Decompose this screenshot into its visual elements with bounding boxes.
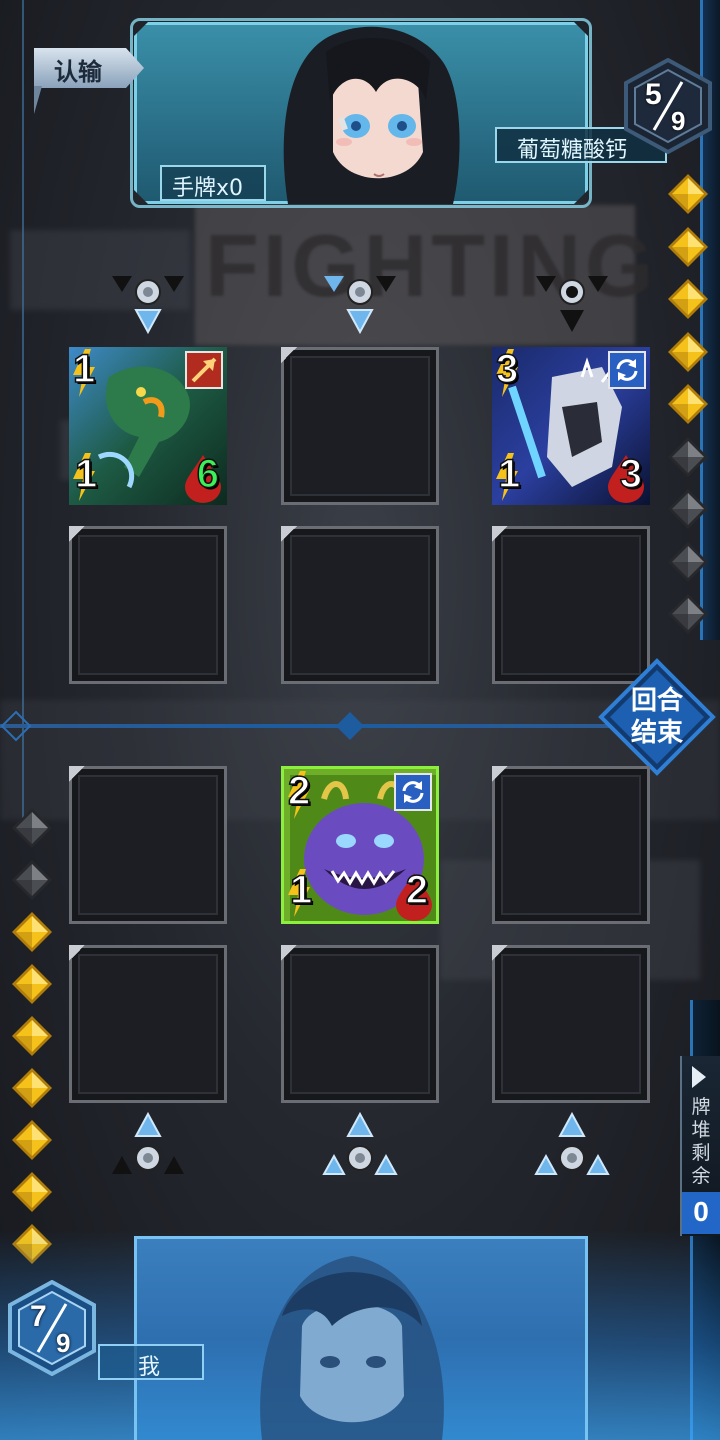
opponent-empty-crystal-icon bbox=[666, 435, 710, 479]
player-empty-slot[interactable] bbox=[69, 945, 227, 1103]
game-board: FIGHTING 认输 手牌x0 葡萄糖酸钙 5 9 1 1 6 3 1 3 回… bbox=[0, 0, 720, 1440]
opponent-full-crystal-icon bbox=[666, 330, 710, 374]
card-badge-arrow-icon bbox=[185, 351, 223, 389]
opponent-empty-slot[interactable] bbox=[281, 526, 439, 684]
player-full-crystal-icon bbox=[10, 910, 54, 954]
lane-marker-icon bbox=[536, 276, 608, 332]
player-empty-slot[interactable] bbox=[281, 945, 439, 1103]
opponent-card-1[interactable]: 1 1 6 bbox=[69, 347, 227, 505]
opponent-avatar[interactable] bbox=[258, 22, 478, 204]
player-mana-max: 9 bbox=[56, 1328, 71, 1358]
lane-marker-icon bbox=[112, 276, 184, 335]
deck-remaining-label: 牌堆剩余 bbox=[691, 1096, 711, 1187]
opponent-full-crystal-icon bbox=[666, 382, 710, 426]
player-empty-slot[interactable] bbox=[492, 766, 650, 924]
card-attack: 1 bbox=[74, 451, 98, 497]
lane-marker-icon bbox=[322, 1111, 398, 1175]
player-empty-crystal-icon bbox=[10, 806, 54, 850]
player-avatar[interactable] bbox=[222, 1236, 482, 1440]
lane-marker-icon bbox=[112, 1111, 184, 1174]
card-health: 2 bbox=[405, 867, 429, 913]
card-cost: 1 bbox=[72, 347, 96, 392]
opponent-full-crystal-icon bbox=[666, 225, 710, 269]
player-mana-hex bbox=[8, 1280, 96, 1376]
opponent-mana-current: 5 bbox=[645, 78, 662, 111]
opponent-mana-hex bbox=[624, 58, 712, 154]
divider-diamond-icon bbox=[336, 712, 364, 740]
card-health: 6 bbox=[196, 451, 220, 497]
player-full-crystal-icon bbox=[10, 1014, 54, 1058]
player-name: 我 bbox=[98, 1344, 204, 1380]
end-turn-label-line2: 结束 bbox=[630, 718, 683, 748]
surrender-button[interactable]: 认输 bbox=[34, 48, 144, 88]
deck-remaining-count: 0 bbox=[682, 1192, 720, 1234]
end-turn-label-line1: 回合 bbox=[630, 686, 683, 716]
card-attack: 1 bbox=[289, 867, 313, 913]
opponent-empty-crystal-icon bbox=[666, 592, 710, 636]
player-card-1[interactable]: 2 1 2 bbox=[281, 766, 439, 924]
card-health: 3 bbox=[619, 451, 643, 497]
opponent-empty-crystal-icon bbox=[666, 540, 710, 584]
opponent-full-crystal-icon bbox=[666, 172, 710, 216]
opponent-hand-count: 手牌x0 bbox=[160, 165, 266, 201]
opponent-empty-slot[interactable] bbox=[69, 526, 227, 684]
lane-marker-icon bbox=[534, 1111, 610, 1175]
card-cost: 3 bbox=[495, 347, 519, 392]
card-badge-refresh-icon bbox=[394, 773, 432, 811]
player-empty-slot[interactable] bbox=[492, 945, 650, 1103]
card-badge-refresh-icon bbox=[608, 351, 646, 389]
expand-arrow-icon[interactable] bbox=[690, 1064, 708, 1090]
player-full-crystal-icon bbox=[10, 1118, 54, 1162]
player-empty-crystal-icon bbox=[10, 858, 54, 902]
opponent-full-crystal-icon bbox=[666, 277, 710, 321]
divider-diamond-icon bbox=[0, 710, 32, 742]
board-divider bbox=[0, 724, 620, 728]
left-frame-line bbox=[22, 0, 28, 820]
player-mana-current: 7 bbox=[30, 1300, 47, 1333]
card-cost: 2 bbox=[287, 769, 311, 814]
opponent-mana-max: 9 bbox=[671, 106, 686, 136]
end-turn-label[interactable]: 回合 结束 bbox=[612, 685, 702, 749]
surrender-ribbon-tail bbox=[34, 86, 42, 114]
player-full-crystal-icon bbox=[10, 1066, 54, 1110]
opponent-empty-crystal-icon bbox=[666, 487, 710, 531]
player-full-crystal-icon bbox=[10, 1170, 54, 1214]
opponent-empty-slot[interactable] bbox=[281, 347, 439, 505]
lane-marker-icon bbox=[324, 276, 396, 335]
opponent-card-2[interactable]: 3 1 3 bbox=[492, 347, 650, 505]
card-attack: 1 bbox=[497, 451, 521, 497]
player-empty-slot[interactable] bbox=[69, 766, 227, 924]
player-full-crystal-icon bbox=[10, 962, 54, 1006]
